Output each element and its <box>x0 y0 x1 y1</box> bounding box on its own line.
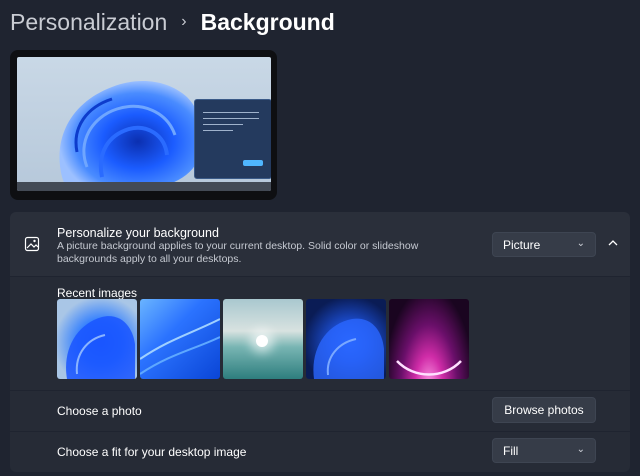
picture-icon <box>24 236 40 252</box>
fit-dropdown[interactable]: Fill ⌄ <box>492 438 596 463</box>
chevron-down-icon: ⌄ <box>576 238 585 249</box>
recent-image-2[interactable] <box>140 299 220 379</box>
recent-image-1[interactable] <box>57 299 137 379</box>
background-type-dropdown[interactable]: Picture ⌄ <box>492 232 596 257</box>
preview-screen <box>17 57 271 191</box>
recent-image-4[interactable] <box>306 299 386 379</box>
breadcrumb: Personalization › Background <box>10 6 335 38</box>
desktop-preview <box>10 50 277 200</box>
preview-taskbar <box>17 182 271 191</box>
breadcrumb-separator: › <box>181 13 187 30</box>
background-type-value: Picture <box>503 238 541 252</box>
page-title: Background <box>200 8 335 35</box>
personalize-background-card: Personalize your background A picture ba… <box>10 212 630 276</box>
personalize-title: Personalize your background <box>57 226 219 240</box>
chevron-down-icon: ⌄ <box>576 444 585 455</box>
recent-images-label: Recent images <box>57 286 138 300</box>
fit-label: Choose a fit for your desktop image <box>57 445 247 459</box>
preview-accent-button <box>243 160 263 166</box>
recent-image-5[interactable] <box>389 299 469 379</box>
choose-photo-label: Choose a photo <box>57 404 142 418</box>
chevron-up-icon[interactable] <box>606 236 620 250</box>
sun-icon <box>256 335 268 347</box>
fit-value: Fill <box>503 444 519 458</box>
preview-window <box>194 99 271 179</box>
personalize-description: A picture background applies to your cur… <box>57 240 419 265</box>
browse-photos-button[interactable]: Browse photos <box>492 397 596 423</box>
recent-images-section: Recent images <box>10 277 630 390</box>
breadcrumb-personalization[interactable]: Personalization <box>10 9 167 36</box>
fit-row: Choose a fit for your desktop image Fill… <box>10 432 630 472</box>
choose-photo-row: Choose a photo Browse photos <box>10 391 630 431</box>
recent-image-3[interactable] <box>223 299 303 379</box>
